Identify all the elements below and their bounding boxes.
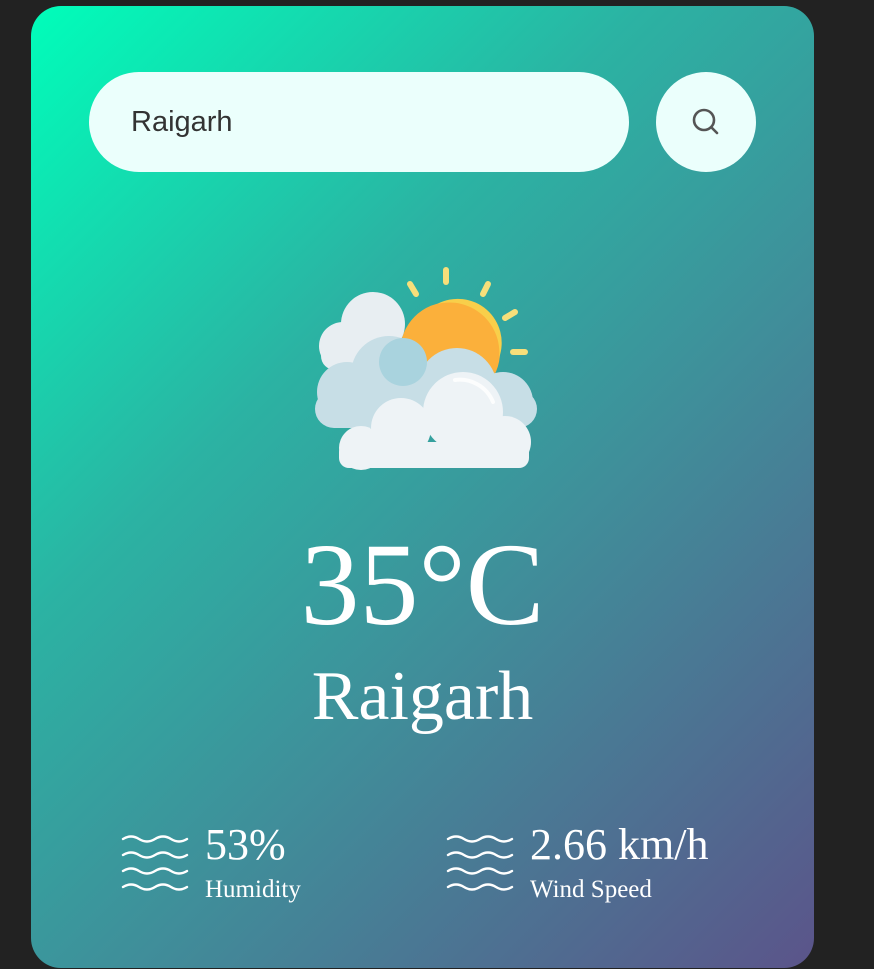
weather-card: 35°C Raigarh 53% Humidity 2.66 km/	[31, 6, 814, 968]
waves-icon	[121, 835, 189, 891]
wind-detail: 2.66 km/h Wind Speed	[446, 821, 708, 902]
humidity-detail: 53% Humidity	[121, 821, 301, 902]
city-search-input[interactable]	[89, 72, 629, 172]
search-icon	[692, 108, 719, 135]
search-button[interactable]	[656, 72, 756, 172]
humidity-label: Humidity	[205, 876, 301, 903]
partly-cloudy-sun-icon	[315, 267, 537, 470]
wind-speed-value: 2.66 km/h	[530, 820, 709, 869]
temperature: 35°C	[300, 519, 545, 650]
city-name: Raigarh	[311, 658, 534, 735]
humidity-value: 53%	[205, 820, 286, 869]
waves-icon	[446, 835, 514, 891]
wind-speed-label: Wind Speed	[530, 876, 652, 903]
